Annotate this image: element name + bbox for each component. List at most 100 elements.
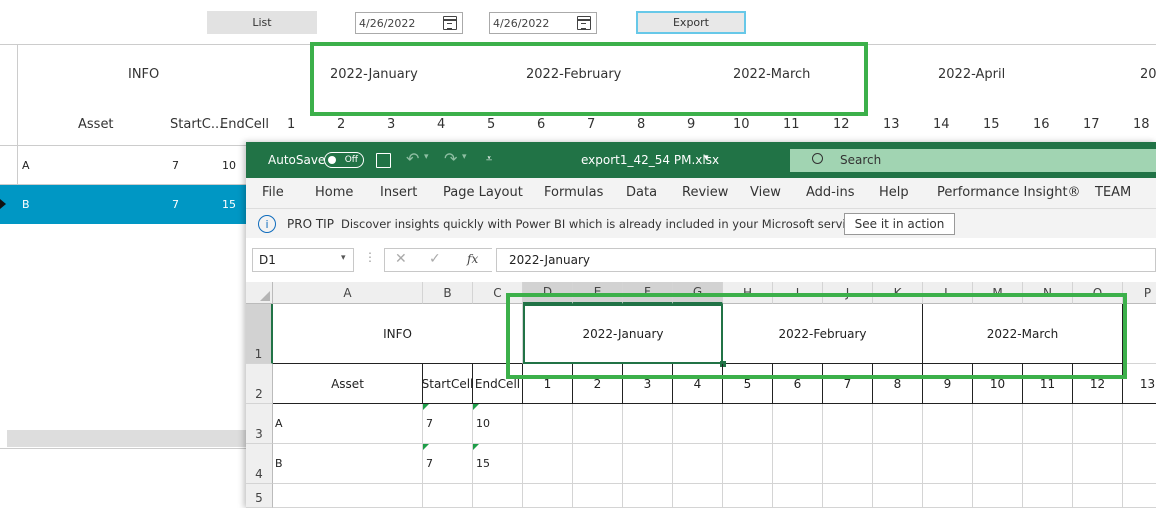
cell[interactable] (623, 484, 673, 508)
cell[interactable] (573, 444, 623, 484)
grid-col-end[interactable]: EndCell (220, 117, 269, 132)
cell-start-header[interactable]: StartCell (423, 364, 473, 404)
cell[interactable] (1123, 444, 1156, 484)
grid-number-header[interactable]: 14 (933, 117, 950, 132)
grid-number-header[interactable]: 17 (1083, 117, 1100, 132)
grid-col-start[interactable]: StartC... (170, 117, 223, 132)
grid-number-header[interactable]: 1 (287, 117, 295, 132)
cell[interactable] (1023, 404, 1073, 444)
search-box[interactable]: Search (790, 149, 1156, 172)
cell-end[interactable]: 15 (473, 444, 523, 484)
cell[interactable] (773, 444, 823, 484)
menu-review[interactable]: Review (682, 185, 728, 200)
cell[interactable] (1123, 304, 1156, 364)
calendar-icon[interactable] (443, 16, 457, 30)
undo-icon[interactable]: ↶ (406, 149, 419, 168)
menu-home[interactable]: Home (315, 185, 353, 200)
cell[interactable] (723, 484, 773, 508)
menu-team[interactable]: TEAM (1095, 185, 1131, 200)
cell[interactable] (1073, 484, 1123, 508)
cell[interactable] (573, 404, 623, 444)
cell[interactable] (823, 444, 873, 484)
grid-number-header[interactable]: 6 (537, 117, 545, 132)
select-all-corner[interactable] (246, 282, 273, 304)
grid-number-header[interactable]: 5 (487, 117, 495, 132)
cell[interactable] (1073, 444, 1123, 484)
cell[interactable] (423, 484, 473, 508)
menu-page-layout[interactable]: Page Layout (443, 185, 523, 200)
menu-formulas[interactable]: Formulas (544, 185, 603, 200)
cell[interactable] (1123, 404, 1156, 444)
confirm-icon[interactable]: ✓ (429, 251, 441, 267)
grid-number-header[interactable]: 12 (833, 117, 850, 132)
menu-view[interactable]: View (750, 185, 781, 200)
save-icon[interactable] (376, 153, 391, 168)
cell-asset-header[interactable]: Asset (273, 364, 423, 404)
row-header-1[interactable]: 1 (246, 304, 273, 364)
grid-number-header[interactable]: 10 (733, 117, 750, 132)
col-header-b[interactable]: B (423, 282, 473, 304)
date-to-picker[interactable]: 4/26/2022 (489, 12, 597, 34)
cell[interactable] (773, 404, 823, 444)
see-it-in-action-button[interactable]: See it in action (844, 213, 955, 235)
redo-dropdown-icon[interactable]: ▾ (462, 152, 467, 162)
function-icon[interactable]: fx (467, 252, 478, 266)
cell[interactable] (273, 484, 423, 508)
cell[interactable] (1073, 404, 1123, 444)
formula-input[interactable]: 2022-January (496, 248, 1156, 272)
cell[interactable] (873, 404, 923, 444)
cell[interactable] (973, 404, 1023, 444)
menu-help[interactable]: Help (879, 185, 909, 200)
grid-number-header[interactable]: 15 (983, 117, 1000, 132)
row-header-5[interactable]: 5 (246, 484, 273, 508)
redo-icon[interactable]: ↷ (444, 149, 457, 168)
row-header-4[interactable]: 4 (246, 444, 273, 484)
grid-col-asset[interactable]: Asset (78, 117, 114, 132)
cell[interactable] (573, 484, 623, 508)
cell[interactable] (923, 444, 973, 484)
name-box-dropdown-icon[interactable]: ▾ (341, 253, 346, 263)
cell[interactable] (673, 404, 723, 444)
cell[interactable] (873, 444, 923, 484)
cell[interactable] (923, 484, 973, 508)
cell-start[interactable]: 7 (423, 444, 473, 484)
undo-dropdown-icon[interactable]: ▾ (424, 152, 429, 162)
grid-number-header[interactable]: 2 (337, 117, 345, 132)
grid-number-header[interactable]: 11 (783, 117, 800, 132)
cell[interactable] (873, 484, 923, 508)
grid-number-header[interactable]: 16 (1033, 117, 1050, 132)
cell[interactable] (673, 484, 723, 508)
cell-start[interactable]: 7 (423, 404, 473, 444)
grid-number-header[interactable]: 13 (883, 117, 900, 132)
cell[interactable] (823, 484, 873, 508)
table-row[interactable]: A 7 10 (0, 146, 246, 184)
cell[interactable] (773, 484, 823, 508)
grid-number-header[interactable]: 4 (437, 117, 445, 132)
grid-number-header[interactable]: 3 (387, 117, 395, 132)
cell[interactable] (623, 404, 673, 444)
cell[interactable] (973, 444, 1023, 484)
cell[interactable] (723, 444, 773, 484)
grid-number-header[interactable]: 9 (687, 117, 695, 132)
cell[interactable] (473, 484, 523, 508)
cell-asset[interactable]: B (273, 444, 423, 484)
cell-number-header[interactable]: 13 (1123, 364, 1156, 404)
cell[interactable] (1123, 484, 1156, 508)
autosave-toggle[interactable]: Off (324, 152, 364, 168)
grid-number-header[interactable]: 7 (587, 117, 595, 132)
menu-add-ins[interactable]: Add-ins (806, 185, 854, 200)
cell-info[interactable]: INFO (273, 304, 523, 364)
col-header-a[interactable]: A (273, 282, 423, 304)
menu-file[interactable]: File (262, 185, 284, 200)
horizontal-scrollbar[interactable] (7, 430, 246, 447)
menu-insert[interactable]: Insert (380, 185, 417, 200)
cell[interactable] (1023, 484, 1073, 508)
col-header-p[interactable]: P (1123, 282, 1156, 304)
grid-number-header[interactable]: 18 (1133, 117, 1150, 132)
name-box[interactable]: D1 ▾ (252, 248, 354, 272)
cell[interactable] (823, 404, 873, 444)
cell[interactable] (1023, 444, 1073, 484)
table-row-selected[interactable]: B 7 15 (0, 185, 246, 224)
cell[interactable] (523, 404, 573, 444)
menu-performance-insight[interactable]: Performance Insight® (937, 185, 1081, 200)
